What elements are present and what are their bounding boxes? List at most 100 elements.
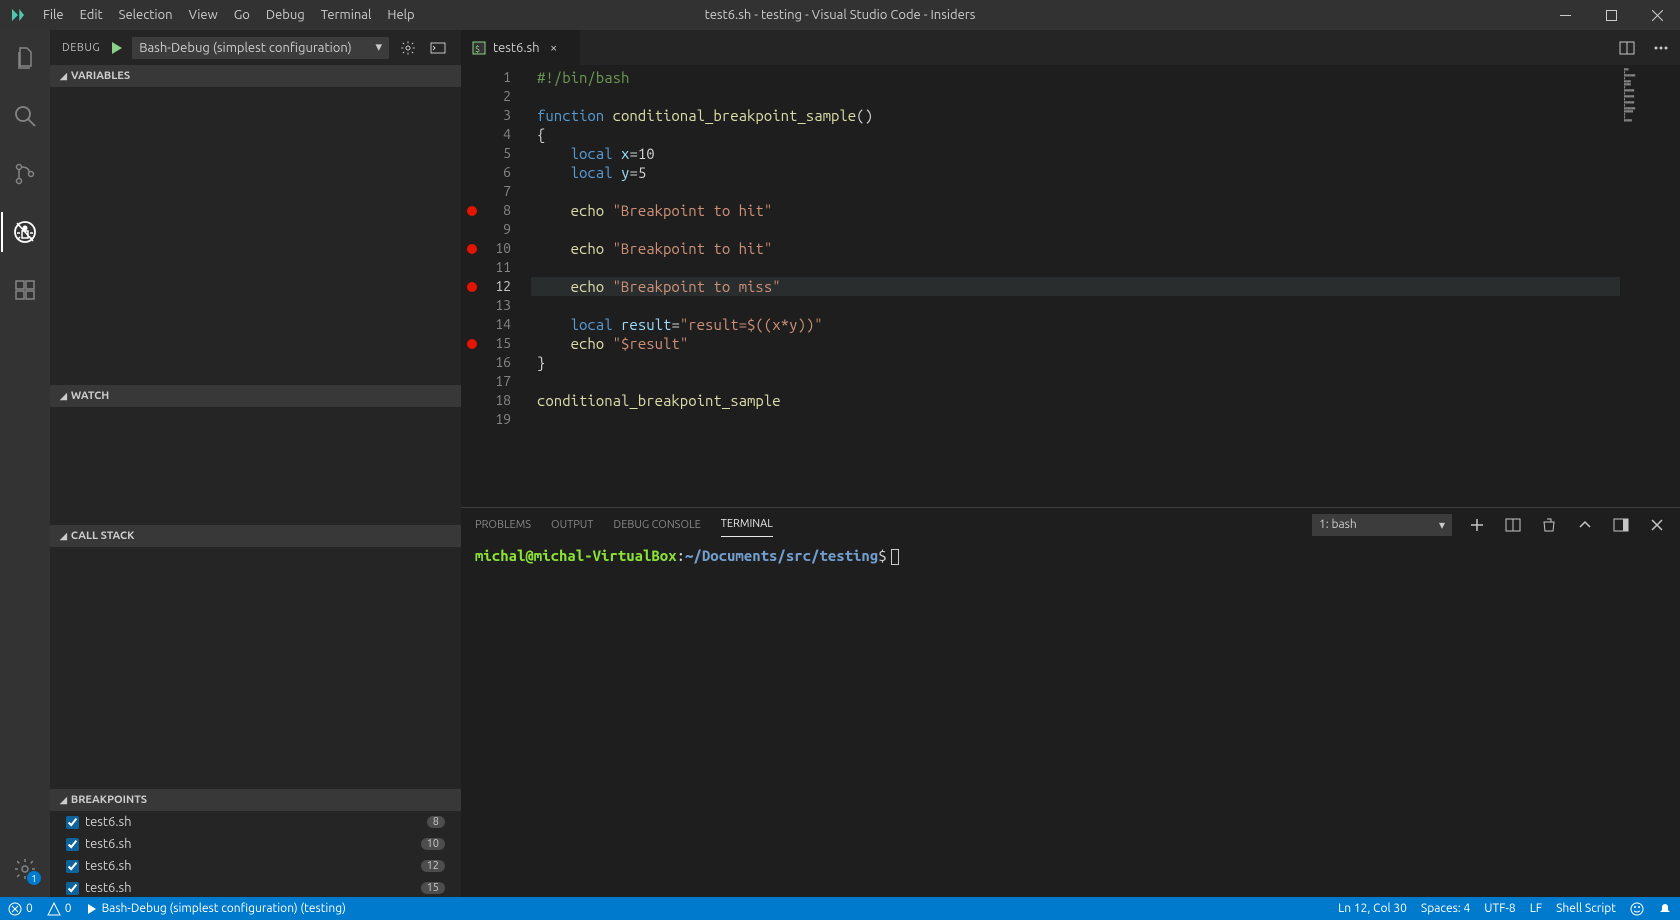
menu-file[interactable]: File	[35, 0, 72, 30]
close-button[interactable]	[1634, 0, 1680, 30]
debug-console-tab[interactable]: DEBUG CONSOLE	[613, 513, 700, 537]
debug-icon[interactable]	[1, 212, 49, 252]
code-line[interactable]: local result="result=$((x*y))"	[531, 315, 1680, 334]
gutter-line[interactable]: 18	[461, 391, 531, 410]
code-line[interactable]: conditional_breakpoint_sample	[531, 391, 1680, 410]
output-tab[interactable]: OUTPUT	[551, 513, 593, 537]
scm-icon[interactable]	[1, 154, 49, 194]
breakpoints-header[interactable]: ◢BREAKPOINTS	[50, 789, 461, 811]
breakpoint-dot[interactable]	[467, 339, 477, 349]
split-terminal-icon[interactable]	[1502, 514, 1524, 536]
breakpoint-dot[interactable]	[467, 206, 477, 216]
minimize-button[interactable]	[1542, 0, 1588, 30]
breakpoint-item[interactable]: test6.sh8	[50, 811, 461, 833]
code-line[interactable]	[531, 87, 1680, 106]
gutter-line[interactable]: 16	[461, 353, 531, 372]
breakpoint-checkbox[interactable]	[66, 816, 79, 829]
kill-terminal-icon[interactable]	[1538, 514, 1560, 536]
breakpoint-checkbox[interactable]	[66, 882, 79, 895]
code-line[interactable]: echo "Breakpoint to hit"	[531, 201, 1680, 220]
menu-debug[interactable]: Debug	[258, 0, 313, 30]
code-line[interactable]	[531, 220, 1680, 239]
gutter-line[interactable]: 9	[461, 220, 531, 239]
editor-body[interactable]: 12345678910111213141516171819 #!/bin/bas…	[461, 65, 1680, 507]
code-line[interactable]: echo "$result"	[531, 334, 1680, 353]
code-line[interactable]	[531, 258, 1680, 277]
gutter-line[interactable]: 1	[461, 68, 531, 87]
menu-go[interactable]: Go	[226, 0, 258, 30]
gutter-line[interactable]: 3	[461, 106, 531, 125]
debug-console-icon[interactable]	[427, 37, 449, 59]
terminal-tab[interactable]: TERMINAL	[721, 512, 773, 537]
extensions-icon[interactable]	[1, 270, 49, 310]
terminal-content[interactable]: michal@michal-VirtualBox:~/Documents/src…	[461, 541, 1680, 897]
status-spaces[interactable]: Spaces: 4	[1421, 902, 1470, 915]
code-line[interactable]	[531, 372, 1680, 391]
menu-help[interactable]: Help	[379, 0, 422, 30]
problems-tab[interactable]: PROBLEMS	[475, 513, 531, 537]
gutter-line[interactable]: 6	[461, 163, 531, 182]
breakpoint-checkbox[interactable]	[66, 860, 79, 873]
gutter-line[interactable]: 10	[461, 239, 531, 258]
code-line[interactable]: echo "Breakpoint to hit"	[531, 239, 1680, 258]
status-launch[interactable]: Bash-Debug (simplest configuration) (tes…	[86, 902, 346, 915]
move-panel-icon[interactable]	[1610, 514, 1632, 536]
gutter-line[interactable]: 2	[461, 87, 531, 106]
code-line[interactable]	[531, 296, 1680, 315]
split-editor-icon[interactable]	[1616, 37, 1638, 59]
breakpoint-item[interactable]: test6.sh12	[50, 855, 461, 877]
code-line[interactable]: local y=5	[531, 163, 1680, 182]
breakpoint-dot[interactable]	[467, 244, 477, 254]
gutter-line[interactable]: 14	[461, 315, 531, 334]
gutter-line[interactable]: 12	[461, 277, 531, 296]
status-errors[interactable]: 0	[8, 902, 33, 916]
search-icon[interactable]	[1, 96, 49, 136]
code-line[interactable]	[531, 410, 1680, 429]
menu-view[interactable]: View	[181, 0, 226, 30]
start-debug-button[interactable]	[108, 40, 124, 56]
collapse-panel-icon[interactable]	[1574, 514, 1596, 536]
gear-icon[interactable]	[397, 37, 419, 59]
explorer-icon[interactable]	[1, 38, 49, 78]
status-encoding[interactable]: UTF-8	[1484, 902, 1515, 915]
status-lang[interactable]: Shell Script	[1556, 902, 1616, 915]
gutter-line[interactable]: 4	[461, 125, 531, 144]
breakpoint-item[interactable]: test6.sh10	[50, 833, 461, 855]
menu-selection[interactable]: Selection	[111, 0, 181, 30]
tab-test6[interactable]: $ test6.sh ×	[461, 30, 581, 65]
code-line[interactable]: #!/bin/bash	[531, 68, 1680, 87]
breakpoint-dot[interactable]	[467, 282, 477, 292]
menu-terminal[interactable]: Terminal	[313, 0, 380, 30]
code-line[interactable]: local x=10	[531, 144, 1680, 163]
status-eol[interactable]: LF	[1530, 902, 1542, 915]
gutter-line[interactable]: 13	[461, 296, 531, 315]
debug-config-select[interactable]: Bash-Debug (simplest configuration)	[132, 37, 389, 59]
gutter-line[interactable]: 17	[461, 372, 531, 391]
status-warnings[interactable]: 0	[47, 902, 72, 916]
gutter-line[interactable]: 5	[461, 144, 531, 163]
gutter-line[interactable]: 15	[461, 334, 531, 353]
feedback-icon[interactable]	[1630, 902, 1644, 916]
code-line[interactable]: echo "Breakpoint to miss"	[531, 277, 1680, 296]
breakpoint-checkbox[interactable]	[66, 838, 79, 851]
gutter-line[interactable]: 19	[461, 410, 531, 429]
terminal-select[interactable]: 1: bash	[1312, 514, 1452, 536]
gutter-line[interactable]: 11	[461, 258, 531, 277]
close-panel-icon[interactable]	[1646, 514, 1668, 536]
settings-icon[interactable]: 1	[1, 849, 49, 889]
more-icon[interactable]	[1650, 37, 1672, 59]
code-line[interactable]	[531, 182, 1680, 201]
new-terminal-icon[interactable]	[1466, 514, 1488, 536]
menu-edit[interactable]: Edit	[72, 0, 111, 30]
tab-close-icon[interactable]: ×	[546, 41, 562, 55]
minimap[interactable]: ████████████████████████████████████████…	[1620, 65, 1680, 507]
status-position[interactable]: Ln 12, Col 30	[1338, 902, 1407, 915]
gutter-line[interactable]: 7	[461, 182, 531, 201]
variables-header[interactable]: ◢VARIABLES	[50, 65, 461, 87]
bell-icon[interactable]	[1658, 902, 1672, 916]
code-line[interactable]: function conditional_breakpoint_sample()	[531, 106, 1680, 125]
maximize-button[interactable]	[1588, 0, 1634, 30]
watch-header[interactable]: ◢WATCH	[50, 385, 461, 407]
callstack-header[interactable]: ◢CALL STACK	[50, 525, 461, 547]
code-line[interactable]: }	[531, 353, 1680, 372]
